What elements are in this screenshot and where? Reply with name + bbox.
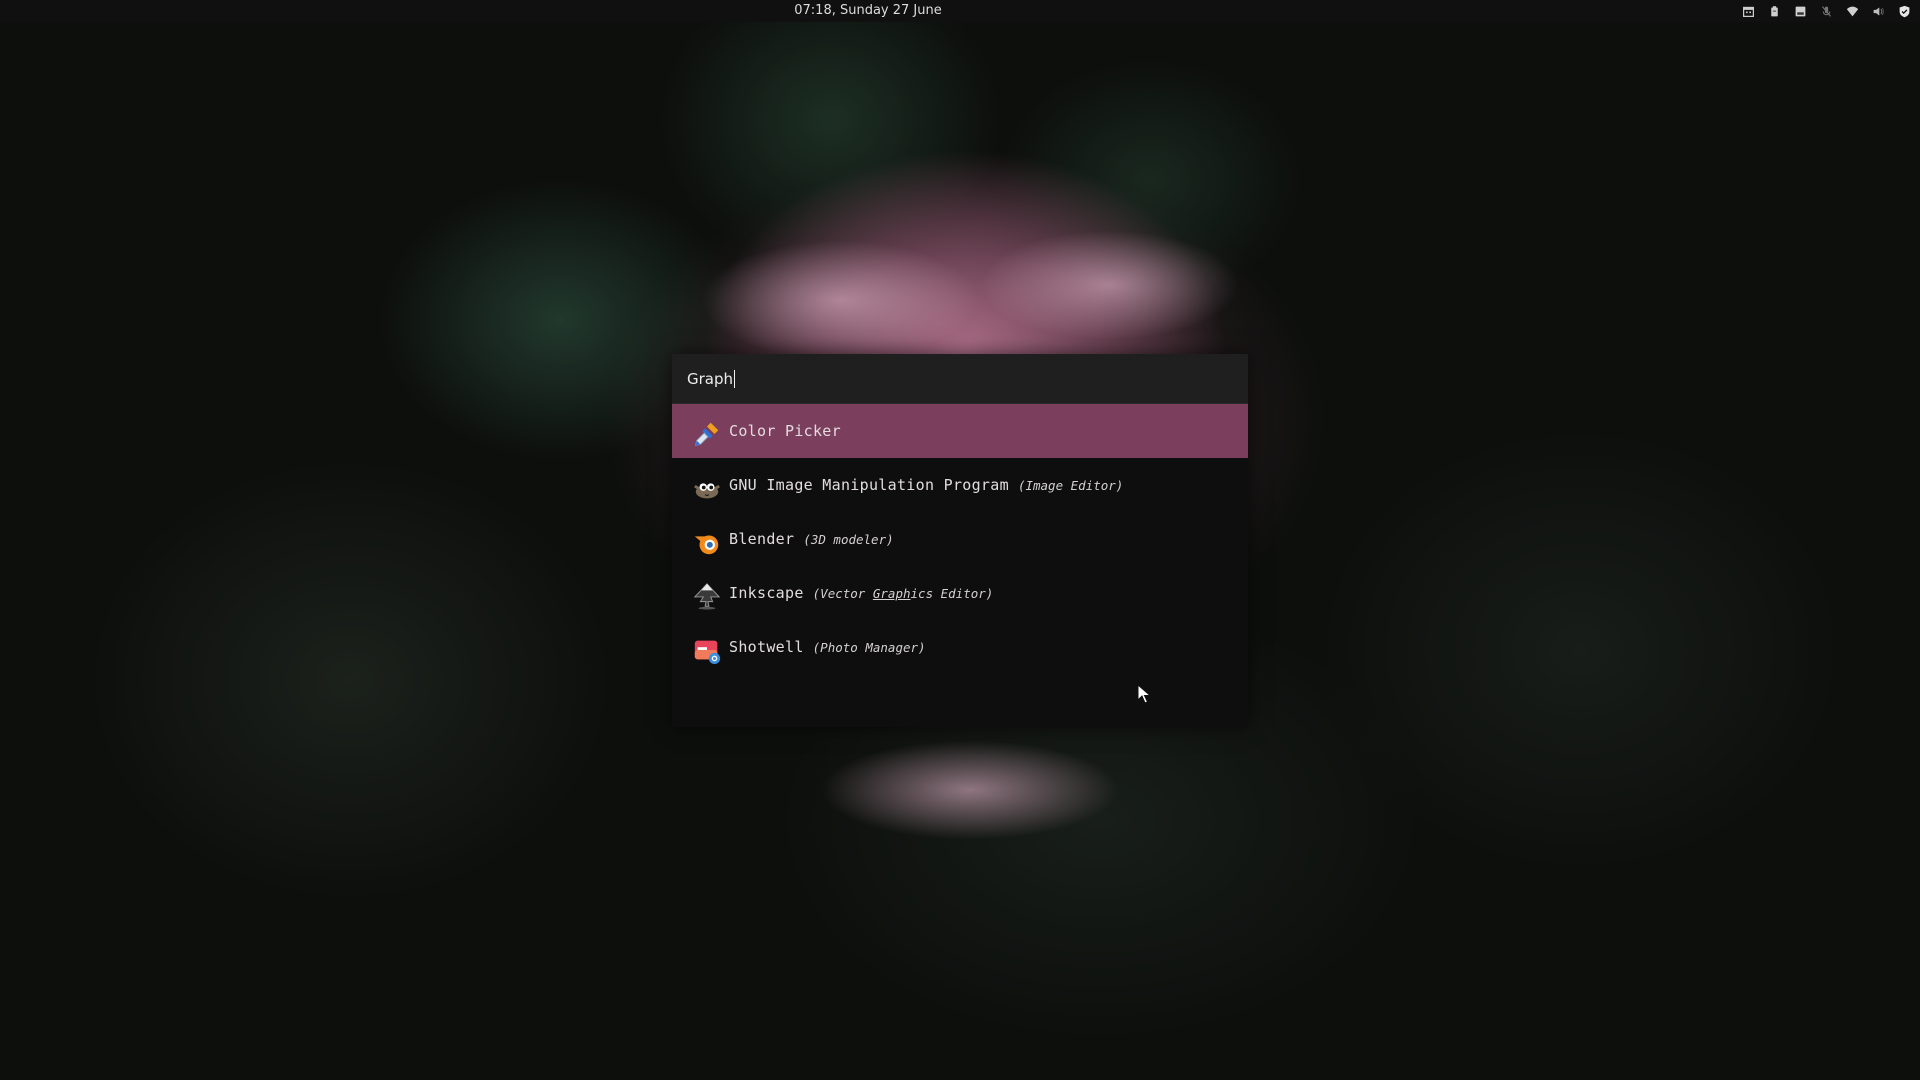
- color-picker-icon: [695, 422, 719, 446]
- system-tray: [1740, 0, 1912, 22]
- shield-icon[interactable]: [1896, 3, 1912, 19]
- result-name: Inkscape: [729, 584, 804, 602]
- result-description: (Image Editor): [1017, 477, 1124, 493]
- top-panel: 07:18, Sunday 27 June: [0, 0, 1920, 22]
- inkscape-icon: [693, 583, 721, 610]
- result-shotwell[interactable]: Shotwell (Photo Manager): [672, 620, 1248, 674]
- app-launcher: Graph Color Picker GNU Image Manipulatio…: [672, 354, 1248, 727]
- calendar-icon[interactable]: [1740, 3, 1756, 19]
- mouse-pointer-icon: [1137, 684, 1151, 704]
- search-input[interactable]: Graph: [672, 354, 1248, 404]
- blender-icon: [694, 535, 719, 555]
- wifi-icon[interactable]: [1844, 3, 1860, 19]
- desc-post: ics Editor): [910, 585, 994, 601]
- desc-pre: (Vector: [812, 585, 873, 601]
- result-color-picker[interactable]: Color Picker: [672, 404, 1248, 458]
- result-name: GNU Image Manipulation Program: [729, 476, 1009, 494]
- clock[interactable]: 07:18, Sunday 27 June: [0, 0, 1736, 22]
- search-query[interactable]: Graph: [687, 370, 733, 388]
- result-description: (Vector Graphics Editor): [813, 586, 994, 601]
- result-description: (Photo Manager): [812, 639, 926, 655]
- result-blender[interactable]: Blender (3D modeler): [672, 512, 1248, 566]
- query-match-highlight: Graph: [872, 585, 911, 601]
- shotwell-icon: [694, 640, 721, 665]
- clipboard-icon[interactable]: [1766, 3, 1782, 19]
- text-caret: [734, 369, 736, 388]
- result-gimp[interactable]: GNU Image Manipulation Program (Image Ed…: [672, 458, 1248, 512]
- gimp-icon: [694, 483, 720, 499]
- result-name: Color Picker: [729, 422, 841, 440]
- result-description: (3D modeler): [803, 531, 894, 547]
- volume-icon[interactable]: [1870, 3, 1886, 19]
- mic-muted-icon[interactable]: [1818, 3, 1834, 19]
- result-inkscape[interactable]: Inkscape (Vector Graphics Editor): [672, 566, 1248, 620]
- result-name: Blender: [729, 530, 795, 548]
- screen-icon[interactable]: [1792, 3, 1808, 19]
- result-name: Shotwell: [729, 638, 804, 656]
